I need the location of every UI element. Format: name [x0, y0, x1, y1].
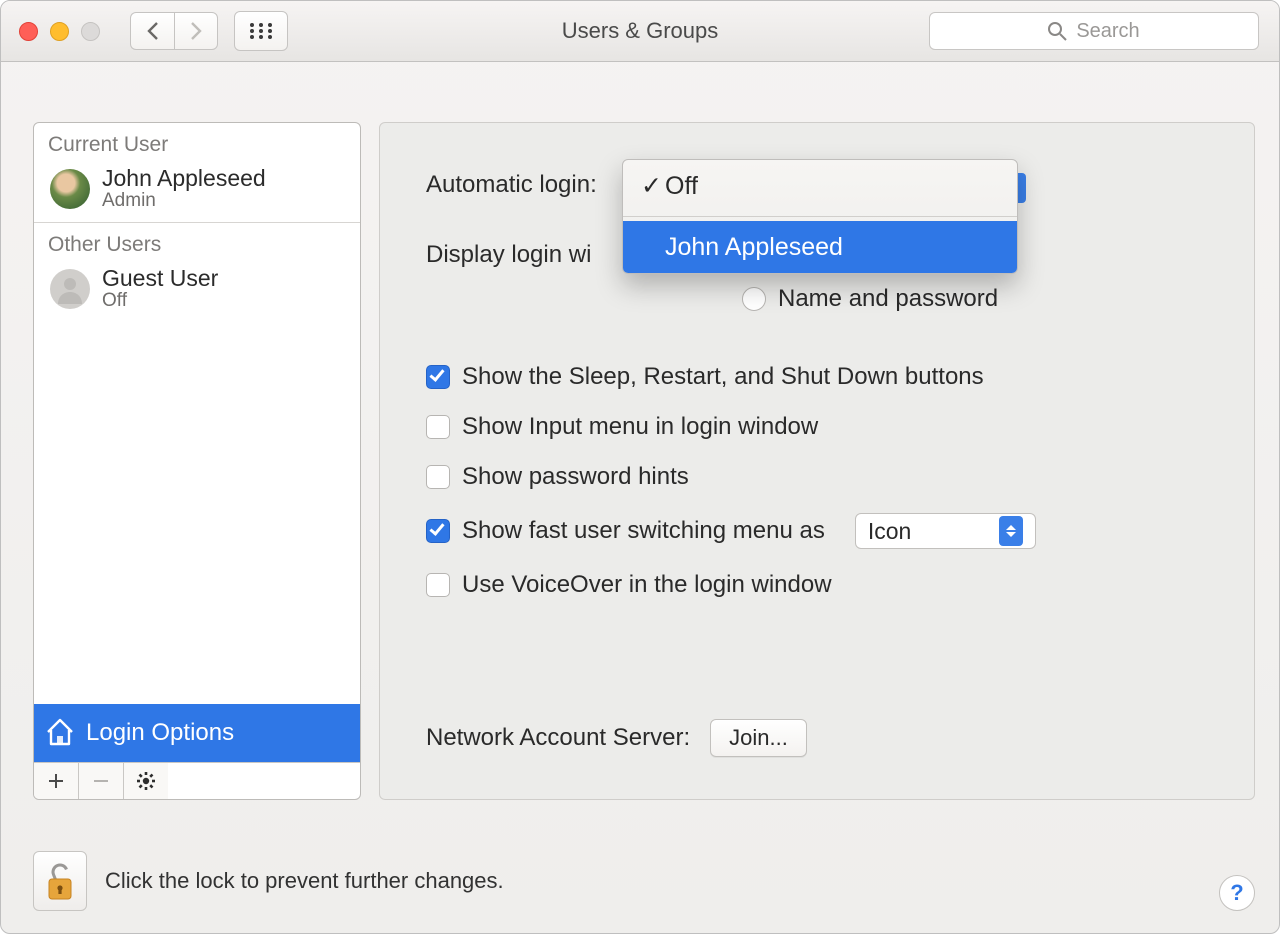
current-user-role: Admin: [102, 190, 266, 212]
titlebar: Users & Groups: [1, 1, 1279, 62]
search-wrap: [929, 12, 1259, 50]
nav-back-button[interactable]: [130, 12, 174, 50]
option-label: Off: [665, 172, 698, 201]
chevron-left-icon: [146, 21, 160, 41]
plus-icon: [48, 773, 64, 789]
name-password-label: Name and password: [778, 285, 998, 313]
user-actions-button[interactable]: [124, 763, 168, 799]
preferences-window: Users & Groups Current User John Applese…: [0, 0, 1280, 934]
sleep-restart-label: Show the Sleep, Restart, and Shut Down b…: [462, 363, 984, 391]
current-user-header: Current User: [34, 123, 360, 163]
avatar: [50, 169, 90, 209]
users-sidebar: Current User John Appleseed Admin Other …: [33, 122, 361, 800]
automatic-login-label: Automatic login:: [426, 171, 597, 199]
fast-user-switching-label: Show fast user switching menu as: [462, 517, 825, 545]
current-user-row[interactable]: John Appleseed Admin: [34, 163, 360, 222]
lock-button[interactable]: [33, 851, 87, 911]
gear-icon: [136, 771, 156, 791]
other-user-name: Guest User: [102, 265, 218, 292]
add-user-button[interactable]: [34, 763, 79, 799]
voiceover-label: Use VoiceOver in the login window: [462, 571, 832, 599]
lock-hint-text: Click the lock to prevent further change…: [105, 868, 504, 894]
login-options-label: Login Options: [86, 719, 234, 747]
avatar: [50, 269, 90, 309]
search-input[interactable]: [929, 12, 1259, 50]
network-account-label: Network Account Server:: [426, 724, 690, 752]
zoom-window-button: [81, 22, 100, 41]
sidebar-toolbar: [34, 762, 360, 799]
chevron-right-icon: [189, 21, 203, 41]
input-menu-checkbox[interactable]: [426, 415, 450, 439]
fast-user-switching-checkbox[interactable]: [426, 519, 450, 543]
help-button[interactable]: ?: [1219, 875, 1255, 911]
automatic-login-option-user[interactable]: John Appleseed: [623, 221, 1017, 273]
grid-icon: [250, 23, 272, 39]
person-icon: [55, 274, 85, 304]
menu-separator: [623, 216, 1017, 217]
fast-user-switching-popup[interactable]: Icon: [855, 513, 1036, 549]
close-window-button[interactable]: [19, 22, 38, 41]
updown-caret-icon: [999, 516, 1023, 546]
login-options-pane: Automatic login: ✓ Off John Appleseed: [379, 122, 1255, 800]
checkmark-icon: ✓: [641, 171, 665, 201]
sleep-restart-checkbox[interactable]: [426, 365, 450, 389]
nav-segmented: [130, 12, 218, 50]
automatic-login-option-off[interactable]: ✓ Off: [623, 160, 1017, 212]
nav-forward-button: [174, 12, 218, 50]
name-password-radio[interactable]: [742, 287, 766, 311]
password-hints-label: Show password hints: [462, 463, 689, 491]
home-icon: [44, 716, 76, 751]
password-hints-checkbox[interactable]: [426, 465, 450, 489]
traffic-lights: [19, 22, 100, 41]
display-login-label: Display login wi: [426, 241, 591, 269]
footer: Click the lock to prevent further change…: [33, 841, 1255, 921]
unlock-icon: [43, 859, 77, 903]
other-user-row[interactable]: Guest User Off: [34, 263, 360, 322]
voiceover-checkbox[interactable]: [426, 573, 450, 597]
minimize-window-button[interactable]: [50, 22, 69, 41]
current-user-name: John Appleseed: [102, 165, 266, 192]
other-users-header: Other Users: [34, 223, 360, 263]
join-button[interactable]: Join...: [710, 719, 807, 757]
remove-user-button: [79, 763, 124, 799]
automatic-login-menu: ✓ Off John Appleseed: [622, 159, 1018, 274]
input-menu-label: Show Input menu in login window: [462, 413, 818, 441]
minus-icon: [93, 773, 109, 789]
login-options-row[interactable]: Login Options: [34, 704, 360, 762]
fast-user-switching-value: Icon: [868, 518, 911, 545]
option-label: John Appleseed: [665, 233, 843, 262]
other-user-status: Off: [102, 290, 218, 312]
body: Current User John Appleseed Admin Other …: [1, 62, 1279, 824]
show-all-prefs-button[interactable]: [234, 11, 288, 51]
